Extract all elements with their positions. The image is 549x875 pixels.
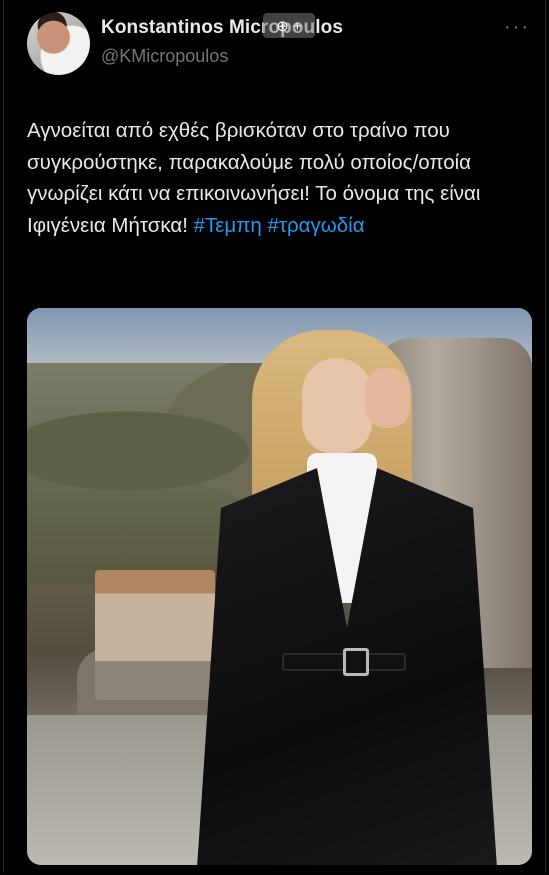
zoom-in-icon[interactable]: ⊕ + [263, 13, 315, 38]
photo-belt-buckle [343, 648, 369, 676]
tweet-text: Αγνοείται από εχθές βρισκόταν στο τραίνο… [27, 115, 542, 241]
avatar[interactable] [27, 12, 90, 75]
hashtag-tempi[interactable]: #Τεμπη [194, 214, 262, 237]
author-handle[interactable]: @KMicropoulos [101, 46, 228, 67]
tweet-card: Konstantinos Micropoulos ⊕ + @KMicropoul… [3, 0, 546, 873]
photo-person-face [302, 358, 372, 453]
more-options-icon[interactable]: ··· [504, 16, 530, 39]
tweet-photo[interactable] [27, 308, 532, 865]
photo-monastery [95, 570, 215, 700]
photo-hand [365, 368, 410, 428]
hashtag-tragodia[interactable]: #τραγωδία [267, 214, 364, 237]
